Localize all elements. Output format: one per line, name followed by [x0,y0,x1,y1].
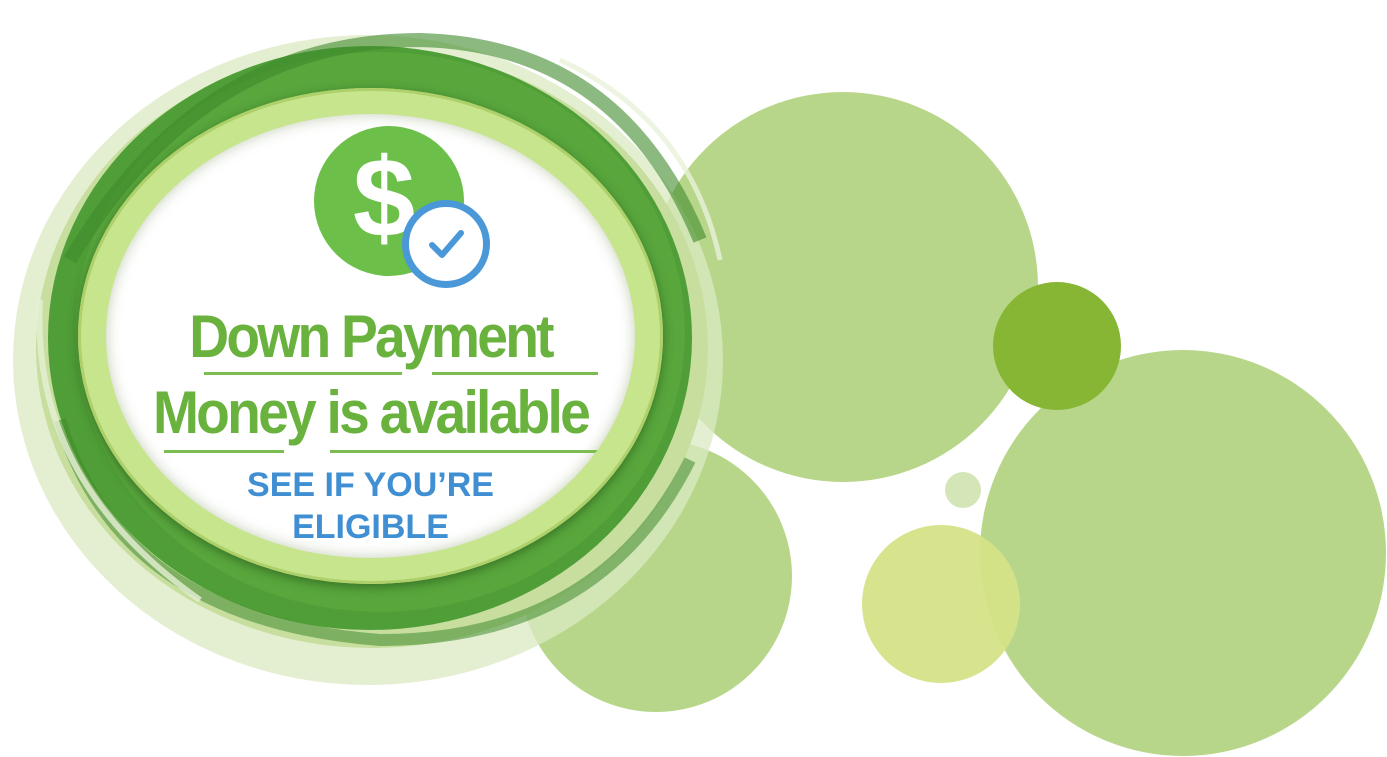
headline-underline-2b [330,450,602,453]
eligibility-cta-line-2[interactable]: ELIGIBLE [106,506,635,548]
eligibility-cta-line-1[interactable]: SEE IF YOU’RE [106,464,635,506]
checkmark-icon [402,200,490,288]
headline-line-2: Money is available [152,379,591,446]
headline-underline-2a [164,450,284,453]
promo-lens-inner: $ Down Payment Money is available SEE IF… [106,114,635,558]
headline-underline-1b [432,372,598,375]
checkmark-glyph [429,230,464,258]
headline-line-1: Down Payment [189,303,554,370]
headline-underline-1a [204,372,402,375]
promo-lens: $ Down Payment Money is available SEE IF… [78,88,663,584]
